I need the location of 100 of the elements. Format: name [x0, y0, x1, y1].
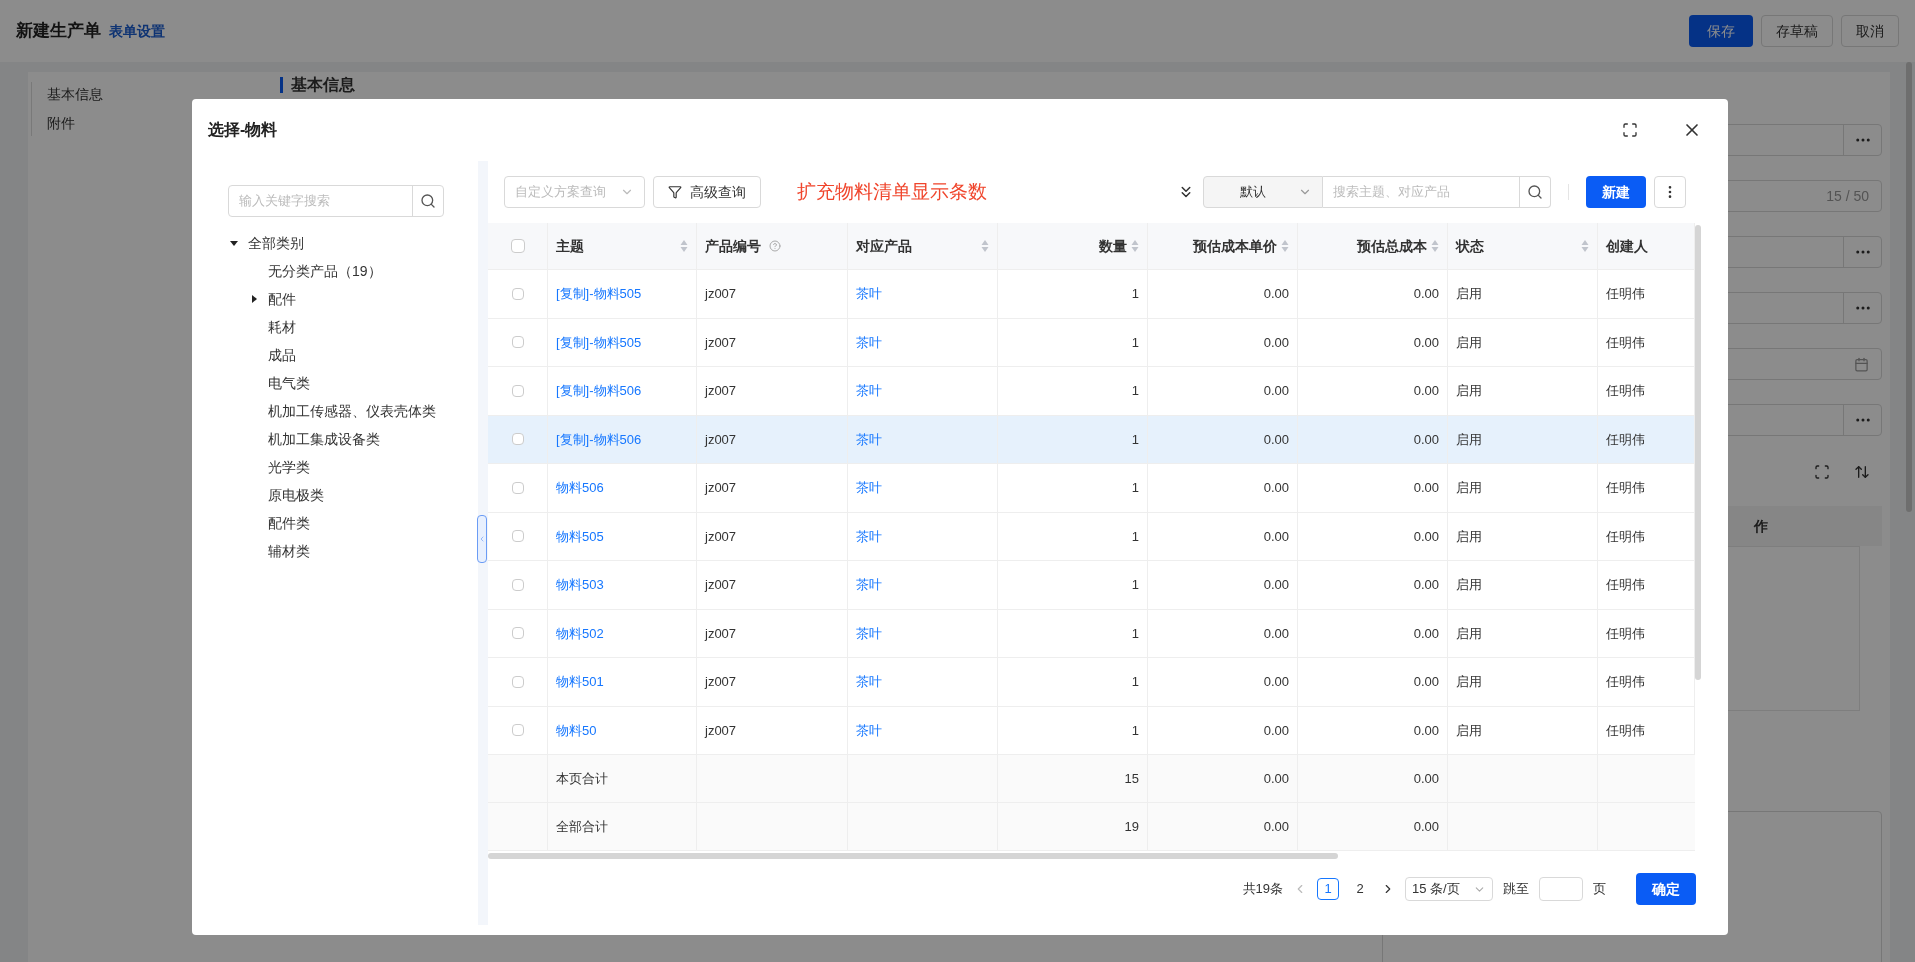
sort-icon[interactable]: [981, 239, 989, 253]
table-link[interactable]: 茶叶: [856, 623, 882, 643]
tree-label[interactable]: 无分类产品（19）: [268, 260, 382, 282]
new-button[interactable]: 新建: [1586, 176, 1646, 208]
fullscreen-icon[interactable]: [1622, 122, 1638, 138]
tree-item[interactable]: 机加工集成设备类: [228, 425, 444, 453]
tree-label[interactable]: 机加工传感器、仪表壳体类: [268, 400, 436, 422]
tree-label[interactable]: 配件: [268, 288, 296, 310]
side-nav-item[interactable]: 基本信息: [47, 84, 248, 105]
table-link[interactable]: 茶叶: [856, 478, 882, 498]
help-icon[interactable]: [769, 240, 781, 252]
scrollbar[interactable]: [1906, 62, 1912, 512]
sort-icon[interactable]: [1131, 239, 1139, 253]
table-link[interactable]: 物料50: [556, 720, 597, 740]
action-button[interactable]: 取消: [1841, 15, 1899, 47]
row-checkbox[interactable]: [511, 724, 524, 737]
table-link[interactable]: 茶叶: [856, 332, 882, 352]
table-link[interactable]: [复制]-物料506: [556, 381, 642, 401]
table-link[interactable]: 物料506: [556, 478, 604, 498]
tree-label[interactable]: 原电极类: [268, 484, 324, 506]
row-checkbox[interactable]: [511, 481, 524, 494]
table-link[interactable]: 物料502: [556, 623, 604, 643]
table-row[interactable]: 物料503 jz007 茶叶 1 0.00 0.00 启用 任明伟: [488, 561, 1695, 610]
tree-label[interactable]: 配件类: [268, 512, 310, 534]
tree-label[interactable]: 机加工集成设备类: [268, 428, 380, 450]
tree-label[interactable]: 耗材: [268, 316, 296, 338]
page-button[interactable]: 2: [1349, 878, 1371, 900]
table-link[interactable]: [复制]-物料505: [556, 284, 642, 304]
advanced-search-button[interactable]: 高级查询: [653, 176, 761, 208]
table-link[interactable]: [复制]-物料506: [556, 429, 642, 449]
table-link[interactable]: [复制]-物料505: [556, 332, 642, 352]
collapse-handle[interactable]: [477, 515, 487, 563]
tree-search-field[interactable]: 输入关键字搜索: [228, 185, 444, 217]
table-row[interactable]: 物料502 jz007 茶叶 1 0.00 0.00 启用 任明伟: [488, 609, 1695, 658]
tree-label[interactable]: 全部类别: [248, 232, 304, 254]
row-checkbox[interactable]: [511, 675, 524, 688]
table-link[interactable]: 茶叶: [856, 284, 882, 304]
table-link[interactable]: 茶叶: [856, 381, 882, 401]
table-row[interactable]: [复制]-物料506 jz007 茶叶 1 0.00 0.00 启用 任明伟: [488, 415, 1695, 464]
sort-icon[interactable]: [680, 239, 688, 253]
tree-item[interactable]: 机加工传感器、仪表壳体类: [228, 397, 444, 425]
tree-label[interactable]: 成品: [268, 344, 296, 366]
horizontal-scrollbar[interactable]: [488, 853, 1338, 859]
tree-item[interactable]: 辅材类: [228, 537, 444, 565]
table-link[interactable]: 茶叶: [856, 526, 882, 546]
calendar-icon[interactable]: [1854, 356, 1869, 372]
action-button[interactable]: 存草稿: [1761, 15, 1833, 47]
row-checkbox[interactable]: [511, 287, 524, 300]
sort-icon[interactable]: [1581, 239, 1589, 253]
table-search-input[interactable]: 搜索主题、对应产品: [1323, 182, 1519, 202]
tree-search-input[interactable]: 输入关键字搜索: [229, 191, 412, 211]
table-row[interactable]: 物料50 jz007 茶叶 1 0.00 0.00 启用 任明伟: [488, 706, 1695, 755]
vertical-scrollbar[interactable]: [1695, 225, 1701, 680]
table-row[interactable]: [复制]-物料505 jz007 茶叶 1 0.00 0.00 启用 任明伟: [488, 270, 1695, 319]
tree-item[interactable]: 光学类: [228, 453, 444, 481]
table-search-field[interactable]: 搜索主题、对应产品: [1323, 176, 1551, 208]
row-checkbox[interactable]: [511, 433, 524, 446]
tree-item[interactable]: 配件类: [228, 509, 444, 537]
filter-icon[interactable]: [668, 185, 682, 199]
action-button[interactable]: 保存: [1689, 15, 1753, 47]
tree-label[interactable]: 电气类: [268, 372, 310, 394]
row-checkbox[interactable]: [511, 578, 524, 591]
table-link[interactable]: 物料501: [556, 672, 604, 692]
tree-item[interactable]: 成品: [228, 341, 444, 369]
select-all-checkbox[interactable]: [510, 239, 525, 253]
resize-icon[interactable]: [1854, 464, 1870, 480]
sort-icon[interactable]: [1281, 239, 1289, 253]
sort-select[interactable]: 默认: [1203, 176, 1323, 208]
tree-label[interactable]: 光学类: [268, 456, 310, 478]
tree-label[interactable]: 辅材类: [268, 540, 310, 562]
row-checkbox[interactable]: [511, 336, 524, 349]
search-icon[interactable]: [420, 193, 436, 209]
tree-item[interactable]: 配件: [228, 285, 444, 313]
table-row[interactable]: 物料501 jz007 茶叶 1 0.00 0.00 启用 任明伟: [488, 658, 1695, 707]
tree-item[interactable]: 全部类别: [228, 229, 444, 257]
table-row[interactable]: 物料506 jz007 茶叶 1 0.00 0.00 启用 任明伟: [488, 464, 1695, 513]
table-row[interactable]: [复制]-物料506 jz007 茶叶 1 0.00 0.00 启用 任明伟: [488, 367, 1695, 416]
tree-item[interactable]: 原电极类: [228, 481, 444, 509]
page-size-select[interactable]: 15 条/页: [1405, 877, 1493, 901]
tree-item[interactable]: 电气类: [228, 369, 444, 397]
row-checkbox[interactable]: [511, 530, 524, 543]
page-button[interactable]: 1: [1317, 878, 1339, 900]
table-link[interactable]: 物料503: [556, 575, 604, 595]
search-icon[interactable]: [1527, 184, 1543, 200]
tree-item[interactable]: 耗材: [228, 313, 444, 341]
row-checkbox[interactable]: [511, 627, 524, 640]
row-checkbox[interactable]: [511, 384, 524, 397]
table-row[interactable]: [复制]-物料505 jz007 茶叶 1 0.00 0.00 启用 任明伟: [488, 318, 1695, 367]
table-link[interactable]: 物料505: [556, 526, 604, 546]
sort-icon[interactable]: [1431, 239, 1439, 253]
table-link[interactable]: 茶叶: [856, 672, 882, 692]
table-row[interactable]: 物料505 jz007 茶叶 1 0.00 0.00 启用 任明伟: [488, 512, 1695, 561]
fullscreen-icon[interactable]: [1814, 464, 1830, 480]
table-link[interactable]: 茶叶: [856, 575, 882, 595]
table-link[interactable]: 茶叶: [856, 429, 882, 449]
page-input[interactable]: [1539, 877, 1583, 901]
confirm-button[interactable]: 确定: [1636, 873, 1696, 905]
table-link[interactable]: 茶叶: [856, 720, 882, 740]
form-settings-link[interactable]: 表单设置: [109, 20, 165, 42]
tree-item[interactable]: 无分类产品（19）: [228, 257, 444, 285]
